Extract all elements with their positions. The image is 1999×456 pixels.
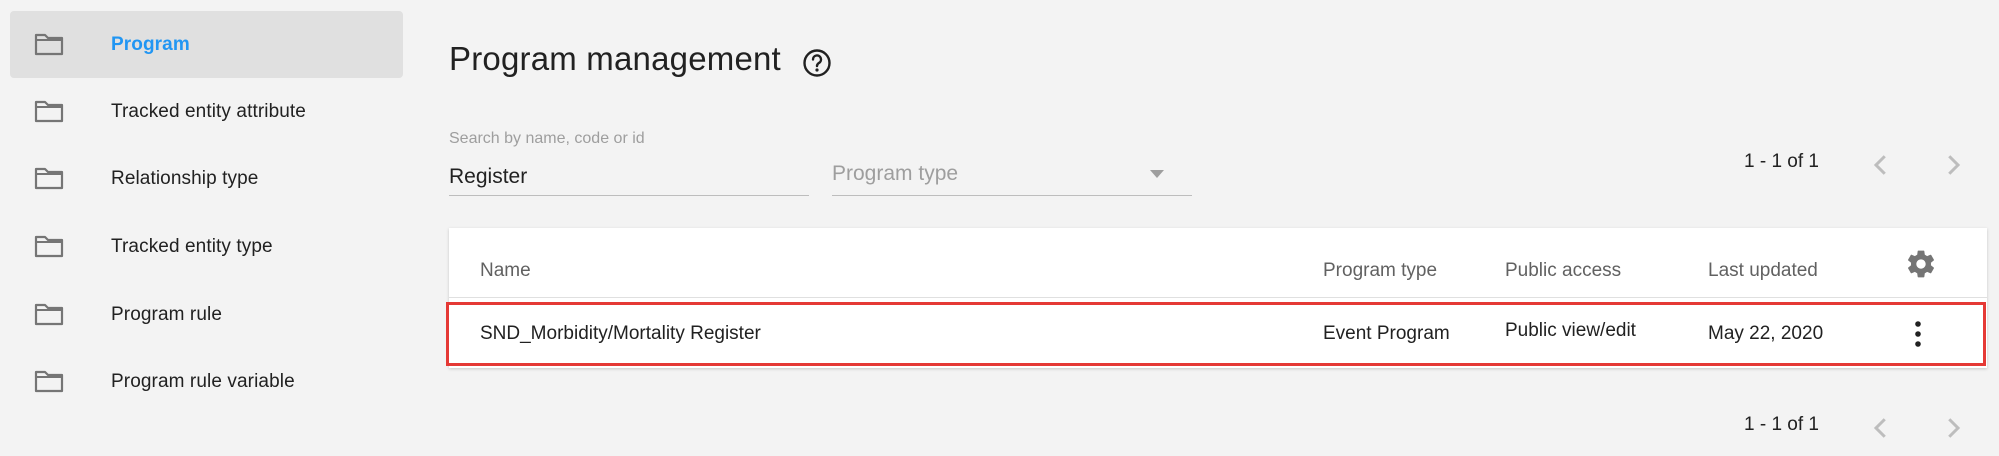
sidebar-item-tracked-entity-type[interactable]: Tracked entity type	[10, 213, 403, 280]
table-header-divider	[449, 297, 1987, 298]
chevron-right-icon[interactable]	[1938, 150, 1968, 180]
chevron-right-icon[interactable]	[1938, 413, 1968, 443]
column-header-program-type[interactable]: Program type	[1323, 260, 1437, 282]
program-type-select[interactable]: Program type	[832, 158, 1192, 196]
folder-icon	[34, 303, 64, 326]
sidebar-item-label: Program rule variable	[111, 370, 295, 392]
pagination-bottom: 1 - 1 of 1	[1744, 410, 1819, 440]
folder-icon	[34, 235, 64, 258]
gear-icon[interactable]	[1905, 248, 1937, 280]
folder-icon	[34, 167, 64, 190]
help-circle-icon[interactable]	[802, 48, 832, 78]
cell-last-updated: May 22, 2020	[1708, 323, 1824, 344]
column-header-last-updated[interactable]: Last updated	[1708, 260, 1818, 282]
folder-icon	[34, 33, 64, 56]
sidebar-item-program-rule[interactable]: Program rule	[10, 281, 403, 348]
chevron-left-icon[interactable]	[1866, 150, 1896, 180]
sidebar-item-tracked-entity-attribute[interactable]: Tracked entity attribute	[10, 78, 403, 145]
folder-icon	[34, 100, 64, 123]
search-input[interactable]	[449, 158, 809, 196]
pagination-range: 1 - 1 of 1	[1744, 414, 1819, 435]
sidebar-item-program-rule-variable[interactable]: Program rule variable	[10, 348, 403, 415]
search-label: Search by name, code or id	[449, 130, 645, 147]
cell-public-access: Public view/edit	[1505, 320, 1636, 341]
pagination-range: 1 - 1 of 1	[1744, 151, 1819, 172]
pagination-top: 1 - 1 of 1	[1744, 147, 1819, 177]
sidebar-item-label: Tracked entity type	[111, 235, 273, 257]
more-vert-icon[interactable]	[1912, 319, 1924, 349]
sidebar-item-relationship-type[interactable]: Relationship type	[10, 145, 403, 212]
sidebar-item-label: Relationship type	[111, 167, 259, 189]
sidebar: Program Tracked entity attribute Relatio…	[0, 0, 410, 456]
folder-icon	[34, 370, 64, 393]
sidebar-item-program[interactable]: Program	[10, 11, 403, 78]
cell-name: SND_Morbidity/Mortality Register	[480, 323, 761, 344]
caret-down-icon	[1150, 170, 1164, 178]
programs-table: Name Program type Public access Last upd…	[446, 228, 1987, 368]
sidebar-item-label: Program rule	[111, 303, 223, 325]
sidebar-item-label: Tracked entity attribute	[111, 100, 306, 122]
page-title: Program management	[449, 40, 781, 77]
chevron-left-icon[interactable]	[1866, 413, 1896, 443]
table-row[interactable]: SND_Morbidity/Mortality Register Event P…	[446, 302, 1986, 366]
column-header-name[interactable]: Name	[480, 260, 531, 282]
app-root: Program Tracked entity attribute Relatio…	[0, 0, 1999, 456]
sidebar-item-label: Program	[111, 33, 190, 55]
program-type-placeholder: Program type	[832, 162, 959, 185]
column-header-public-access[interactable]: Public access	[1505, 260, 1621, 282]
cell-program-type: Event Program	[1323, 323, 1450, 344]
